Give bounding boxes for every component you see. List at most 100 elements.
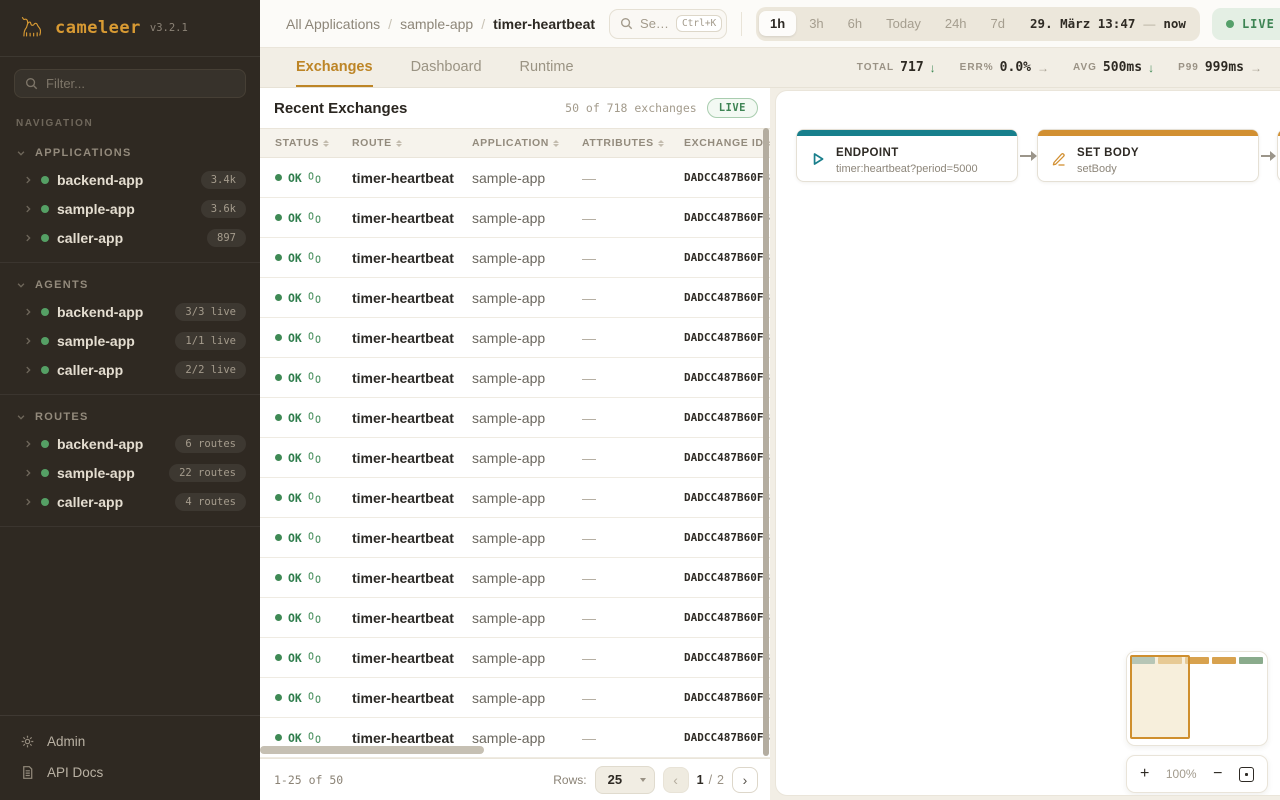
item-badge: 897: [207, 229, 246, 247]
table-row[interactable]: OK timer-heartbeat sample-app — DADCC487…: [260, 438, 770, 478]
flow-node-endpoint[interactable]: ENDPOINT timer:heartbeat?period=5000: [796, 129, 1018, 182]
column-header[interactable]: STATUS: [275, 137, 352, 149]
time-range-button[interactable]: 7d: [980, 11, 1016, 36]
route-cell: timer-heartbeat: [352, 690, 472, 706]
sidebar-item[interactable]: sample-app 1/1 live: [0, 326, 260, 355]
global-search[interactable]: Se… Ctrl+K: [609, 9, 727, 39]
ok-dot: [275, 374, 282, 381]
application-cell: sample-app: [472, 490, 582, 506]
attributes-cell: —: [582, 290, 684, 306]
time-range-display[interactable]: 29. März 13:47 — now: [1030, 16, 1186, 31]
rows-per-page-select[interactable]: 25: [595, 766, 655, 794]
section-header-routes[interactable]: ROUTES: [0, 405, 260, 429]
section-header-applications[interactable]: APPLICATIONS: [0, 141, 260, 165]
page-indicator: 1 / 2: [697, 773, 724, 787]
sidebar-item[interactable]: sample-app 3.6k: [0, 194, 260, 223]
ok-dot: [275, 174, 282, 181]
footprints-icon: [308, 332, 321, 344]
exchange-id-cell: DADCC487B60F8: [684, 371, 770, 384]
item-badge: 3/3 live: [175, 303, 246, 321]
live-pill[interactable]: LIVE: [707, 98, 758, 118]
item-badge: 6 routes: [175, 435, 246, 453]
sidebar-item[interactable]: backend-app 3/3 live: [0, 297, 260, 326]
flow-node-set-body[interactable]: SET BODY setBody: [1037, 129, 1259, 182]
status-cell: OK: [275, 291, 352, 305]
table-row[interactable]: OK timer-heartbeat sample-app — DADCC487…: [260, 318, 770, 358]
item-name: sample-app: [57, 201, 135, 217]
minimap[interactable]: [1126, 651, 1268, 746]
stats-bar: TOTAL 717 ↓ ERR% 0.0% → AVG 500ms ↓ P99 …: [857, 48, 1280, 87]
sidebar-item[interactable]: caller-app 2/2 live: [0, 355, 260, 384]
column-header[interactable]: ATTRIBUTES: [582, 137, 684, 149]
table-row[interactable]: OK timer-heartbeat sample-app — DADCC487…: [260, 678, 770, 718]
tab[interactable]: Runtime: [520, 48, 574, 87]
chevron-right-icon: [23, 365, 33, 375]
time-range-button[interactable]: 1h: [759, 11, 796, 36]
filter-input[interactable]: [46, 76, 235, 91]
route-cell: timer-heartbeat: [352, 170, 472, 186]
sidebar-item[interactable]: caller-app 897: [0, 223, 260, 252]
stat: P99 999ms →: [1178, 60, 1262, 75]
sidebar-item[interactable]: caller-app 4 routes: [0, 487, 260, 516]
horizontal-scrollbar[interactable]: [260, 746, 484, 754]
status-cell: OK: [275, 571, 352, 585]
time-range-button[interactable]: 6h: [837, 11, 873, 36]
sidebar-item-api-docs[interactable]: API Docs: [0, 757, 260, 788]
vertical-scrollbar[interactable]: [763, 128, 769, 756]
route-flow-canvas[interactable]: ENDPOINT timer:heartbeat?period=5000 SET…: [775, 90, 1280, 796]
chevron-right-icon: [23, 468, 33, 478]
fit-view-button[interactable]: [1239, 767, 1254, 782]
column-header[interactable]: APPLICATION: [472, 137, 582, 149]
sidebar-item[interactable]: backend-app 3.4k: [0, 165, 260, 194]
time-range-button[interactable]: 24h: [934, 11, 978, 36]
attributes-cell: —: [582, 570, 684, 586]
ok-dot: [275, 334, 282, 341]
footprints-icon: [308, 172, 321, 184]
table-row[interactable]: OK timer-heartbeat sample-app — DADCC487…: [260, 358, 770, 398]
column-header[interactable]: ROUTE: [352, 137, 472, 149]
tab[interactable]: Exchanges: [296, 48, 373, 87]
table-row[interactable]: OK timer-heartbeat sample-app — DADCC487…: [260, 558, 770, 598]
time-range-button[interactable]: 3h: [798, 11, 834, 36]
status-cell: OK: [275, 251, 352, 265]
table-row[interactable]: OK timer-heartbeat sample-app — DADCC487…: [260, 198, 770, 238]
section-header-agents[interactable]: AGENTS: [0, 273, 260, 297]
zoom-controls: + 100% −: [1126, 755, 1268, 793]
exchange-id-cell: DADCC487B60F8: [684, 251, 770, 264]
table-row[interactable]: OK timer-heartbeat sample-app — DADCC487…: [260, 278, 770, 318]
next-page-button[interactable]: ›: [732, 767, 758, 793]
sidebar-item[interactable]: sample-app 22 routes: [0, 458, 260, 487]
table-row[interactable]: OK timer-heartbeat sample-app — DADCC487…: [260, 398, 770, 438]
footprints-icon: [308, 452, 321, 464]
table-row[interactable]: OK timer-heartbeat sample-app — DADCC487…: [260, 638, 770, 678]
flow-edge-arrow: [1020, 155, 1036, 157]
tabs-bar: Exchanges Dashboard Runtime TOTAL 717 ↓ …: [260, 48, 1280, 88]
sidebar-filter[interactable]: [14, 69, 246, 98]
table-row[interactable]: OK timer-heartbeat sample-app — DADCC487…: [260, 598, 770, 638]
live-toggle[interactable]: LIVE: [1212, 8, 1280, 40]
table-row[interactable]: OK timer-heartbeat sample-app — DADCC487…: [260, 238, 770, 278]
table-row[interactable]: OK timer-heartbeat sample-app — DADCC487…: [260, 478, 770, 518]
zoom-out-button[interactable]: −: [1213, 766, 1222, 782]
table-row[interactable]: OK timer-heartbeat sample-app — DADCC487…: [260, 518, 770, 558]
sidebar-item[interactable]: backend-app 6 routes: [0, 429, 260, 458]
panel-title: Recent Exchanges: [274, 100, 407, 117]
caret-down-icon: [640, 778, 646, 782]
breadcrumb-app[interactable]: sample-app: [400, 16, 473, 32]
zoom-in-button[interactable]: +: [1140, 766, 1149, 782]
sidebar-item-admin[interactable]: Admin: [0, 726, 260, 757]
column-header[interactable]: EXCHANGE ID: [684, 137, 770, 149]
application-cell: sample-app: [472, 250, 582, 266]
item-name: caller-app: [57, 230, 123, 246]
prev-page-button[interactable]: ‹: [663, 767, 689, 793]
tab[interactable]: Dashboard: [411, 48, 482, 87]
breadcrumb-root[interactable]: All Applications: [286, 16, 380, 32]
minimap-viewport[interactable]: [1130, 655, 1190, 739]
attributes-cell: —: [582, 730, 684, 746]
time-range-button[interactable]: Today: [875, 11, 932, 36]
sidebar: cameleer v3.2.1 NAVIGATION APPLICATIONS: [0, 0, 260, 800]
play-icon: [810, 151, 826, 167]
search-icon: [620, 17, 633, 30]
exchange-id-cell: DADCC487B60F8: [684, 731, 770, 744]
table-row[interactable]: OK timer-heartbeat sample-app — DADCC487…: [260, 158, 770, 198]
